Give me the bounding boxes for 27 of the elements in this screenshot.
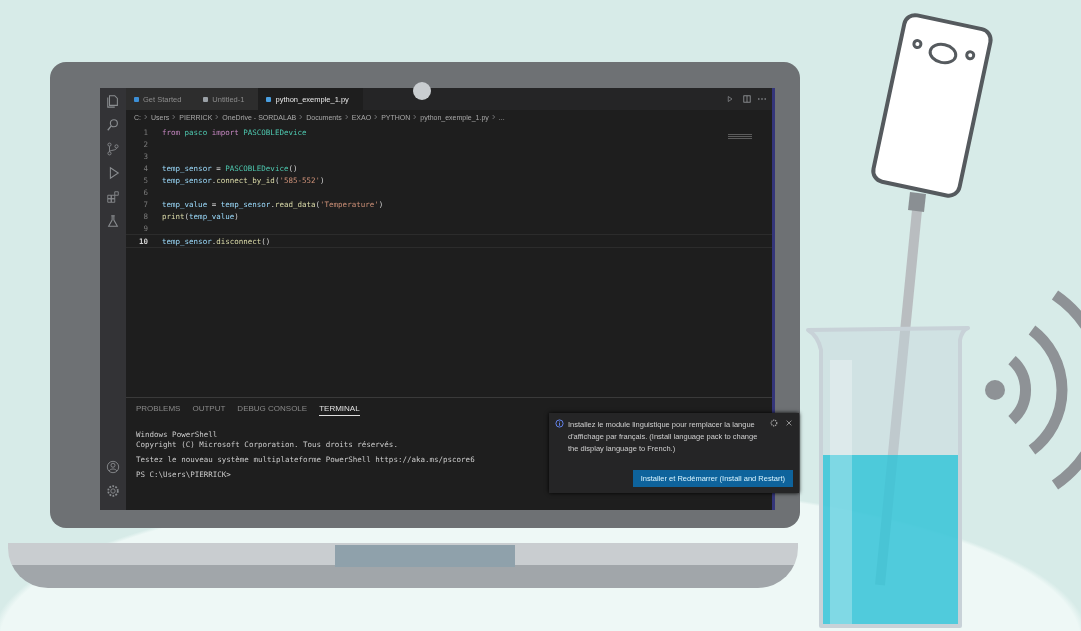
- info-icon: [555, 419, 564, 428]
- minimap: [728, 134, 752, 140]
- split-editor-icon[interactable]: [742, 95, 752, 103]
- search-icon[interactable]: [106, 118, 120, 132]
- settings-icon[interactable]: [106, 484, 120, 498]
- wireless-signal-icon: [985, 290, 1081, 490]
- flask-icon[interactable]: [106, 214, 120, 228]
- more-icon[interactable]: [757, 95, 767, 103]
- chevron-icon: [374, 114, 379, 120]
- chevron-icon: [172, 114, 177, 120]
- chevron-icon: [491, 114, 496, 120]
- chevron-icon: [413, 114, 418, 120]
- panel-tab[interactable]: OUTPUT: [192, 404, 226, 416]
- settings-icon[interactable]: [770, 419, 778, 427]
- chevron-icon: [144, 114, 148, 120]
- chevron-icon: [299, 114, 304, 120]
- webcam-icon: [413, 82, 431, 100]
- source-control-icon[interactable]: [106, 142, 120, 156]
- files-icon[interactable]: [106, 94, 120, 108]
- panel-tab[interactable]: PROBLEMS: [136, 404, 181, 416]
- chevron-icon: [344, 114, 349, 120]
- panel-tab[interactable]: DEBUG CONSOLE: [237, 404, 308, 416]
- account-icon[interactable]: [106, 460, 120, 474]
- close-icon[interactable]: [785, 419, 793, 427]
- panel-tab[interactable]: TERMINAL: [319, 404, 360, 416]
- chevron-icon: [215, 114, 220, 120]
- extensions-icon[interactable]: [106, 190, 120, 204]
